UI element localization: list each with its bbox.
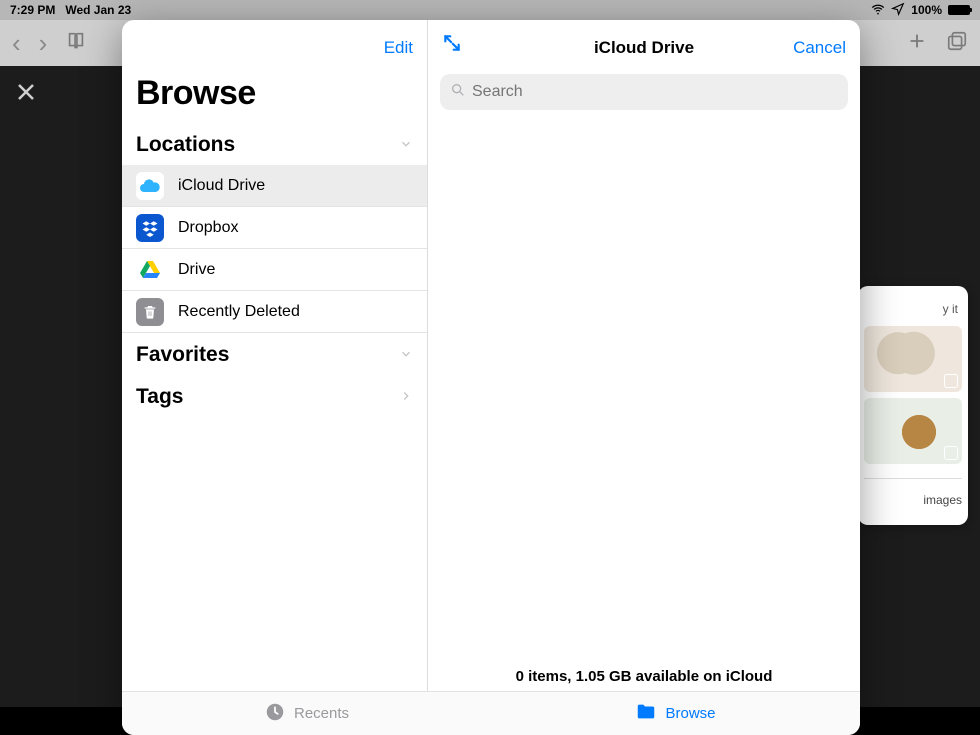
tab-recents[interactable]: Recents	[122, 692, 491, 735]
tags-header[interactable]: Tags	[122, 375, 427, 417]
background-card-hint: y it	[868, 302, 958, 316]
chevron-down-icon	[399, 343, 413, 367]
location-icloud-drive[interactable]: iCloud Drive	[122, 165, 427, 207]
edit-button[interactable]: Edit	[384, 38, 413, 58]
location-recently-deleted[interactable]: Recently Deleted	[122, 291, 427, 333]
sidebar: Edit Browse Locations iCloud Drive Dropb…	[122, 20, 428, 735]
content-pane: iCloud Drive Cancel 0 items, 1.05 GB ava…	[428, 20, 860, 735]
scan-icon	[944, 374, 958, 388]
tags-title: Tags	[136, 385, 183, 409]
location-dropbox[interactable]: Dropbox	[122, 207, 427, 249]
file-list-empty	[428, 110, 860, 660]
background-card-footer: images	[864, 478, 962, 507]
file-picker-sheet: Edit Browse Locations iCloud Drive Dropb…	[122, 20, 860, 735]
expand-button[interactable]	[442, 33, 462, 58]
favorites-header[interactable]: Favorites	[122, 333, 427, 375]
forward-button[interactable]: ›	[39, 28, 48, 59]
clock-icon	[264, 701, 286, 727]
status-date: Wed Jan 23	[65, 3, 131, 17]
location-icon	[891, 2, 905, 19]
tab-label: Recents	[294, 705, 349, 722]
close-button[interactable]	[14, 80, 38, 109]
storage-status: 0 items, 1.05 GB available on iCloud	[428, 660, 860, 691]
chevron-right-icon	[399, 385, 413, 409]
favorites-title: Favorites	[136, 343, 229, 367]
locations-list: iCloud Drive Dropbox Drive Recently Dele…	[122, 165, 427, 333]
location-label: iCloud Drive	[178, 177, 265, 195]
locations-title: Locations	[136, 133, 235, 157]
search-field[interactable]	[440, 74, 848, 110]
icloud-icon	[136, 172, 164, 200]
location-label: Drive	[178, 261, 215, 279]
browse-title: Browse	[122, 60, 427, 123]
status-bar: 7:29 PM Wed Jan 23 100%	[0, 0, 980, 20]
search-input[interactable]	[472, 83, 838, 101]
search-icon	[450, 82, 466, 103]
scan-icon	[944, 446, 958, 460]
battery-icon	[948, 5, 970, 15]
status-time: 7:29 PM	[10, 3, 55, 17]
cancel-button[interactable]: Cancel	[793, 38, 846, 58]
battery-percent: 100%	[911, 3, 942, 17]
tab-browse[interactable]: Browse	[491, 692, 860, 735]
new-tab-button[interactable]	[906, 30, 928, 57]
dropbox-icon	[136, 214, 164, 242]
wifi-icon	[871, 2, 885, 19]
chevron-down-icon	[399, 133, 413, 157]
book-icon[interactable]	[65, 30, 87, 57]
locations-header[interactable]: Locations	[122, 123, 427, 165]
tabs-button[interactable]	[946, 30, 968, 57]
location-label: Dropbox	[178, 219, 238, 237]
tab-label: Browse	[665, 705, 715, 722]
background-thumb-dog[interactable]	[864, 326, 962, 392]
bottom-tab-bar: Recents Browse	[122, 691, 860, 735]
location-label: Recently Deleted	[178, 303, 300, 321]
back-button[interactable]: ‹	[12, 28, 21, 59]
trash-icon	[136, 298, 164, 326]
background-card: y it images	[858, 286, 968, 525]
background-thumb-cat[interactable]	[864, 398, 962, 464]
location-gdrive[interactable]: Drive	[122, 249, 427, 291]
gdrive-icon	[136, 256, 164, 284]
folder-icon	[635, 701, 657, 727]
